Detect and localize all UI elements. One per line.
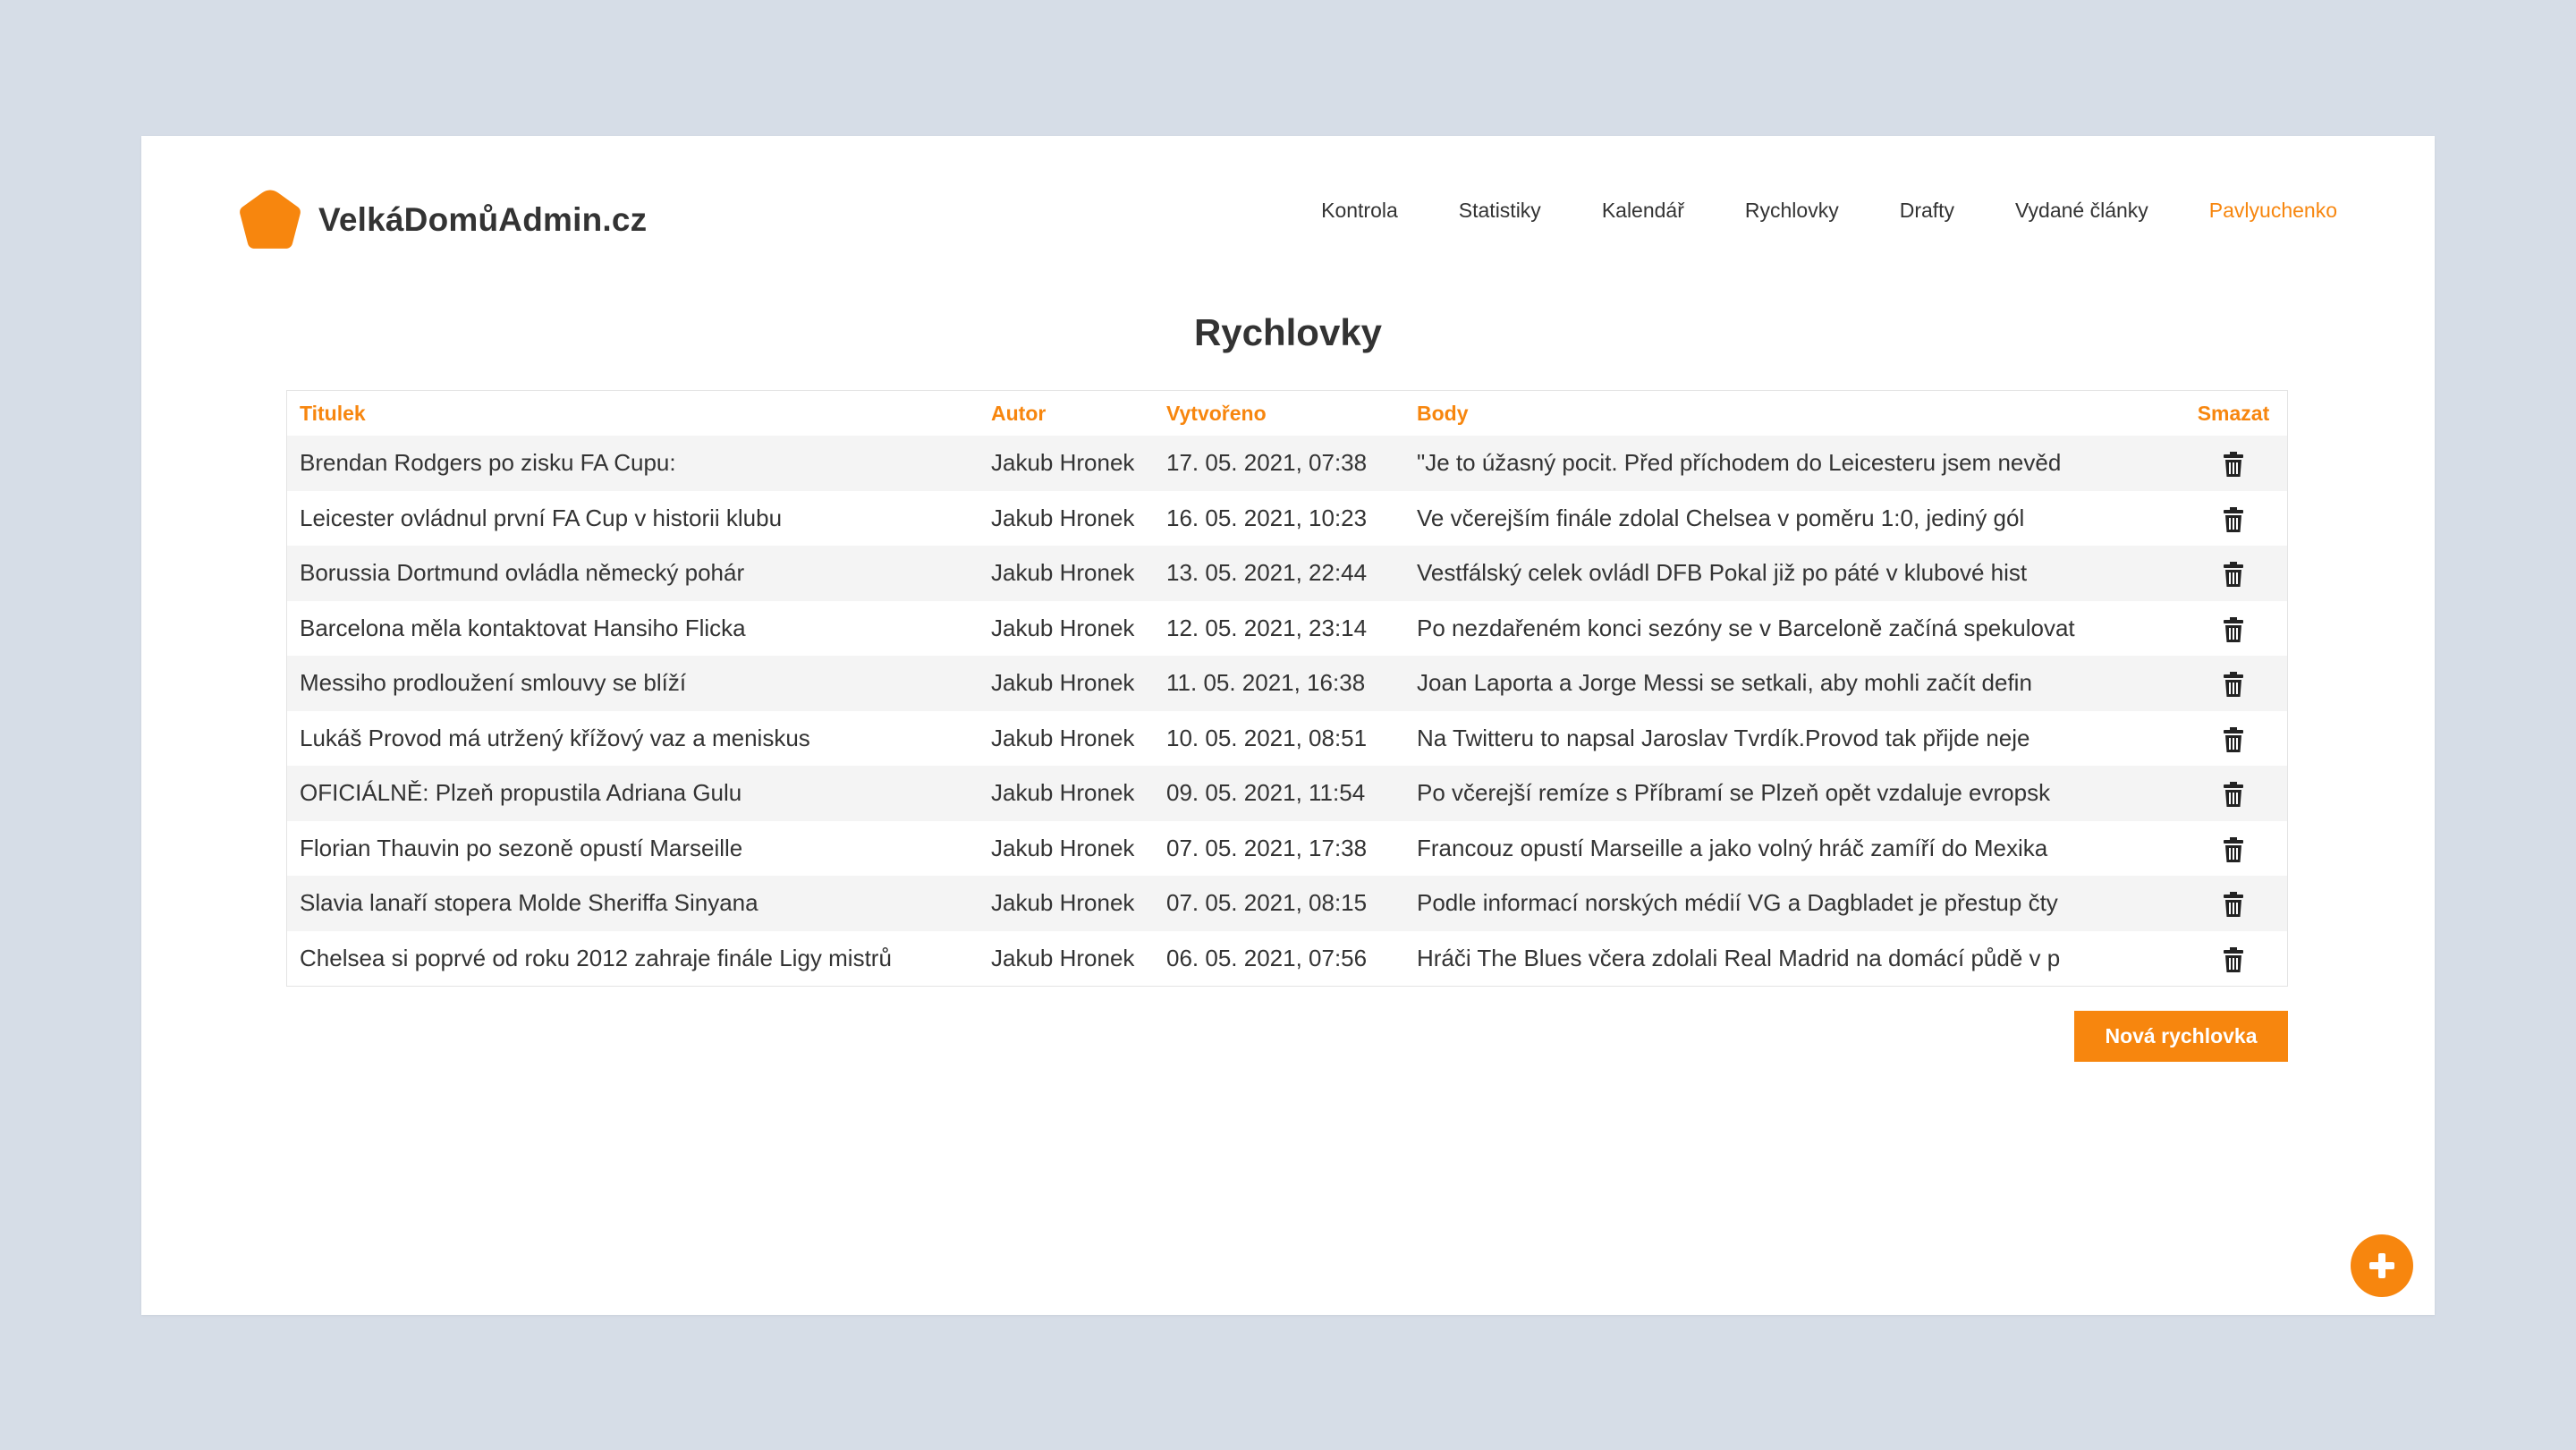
pentagon-logo-icon	[240, 190, 301, 249]
table-row[interactable]: Borussia Dortmund ovládla německý pohár J…	[287, 546, 2287, 601]
cell-created: 16. 05. 2021, 10:23	[1166, 504, 1368, 531]
cell-created: 06. 05. 2021, 07:56	[1166, 944, 1368, 971]
cell-body: "Je to úžasný pocit. Před příchodem do L…	[1417, 449, 2062, 477]
top-nav: Kontrola Statistiky Kalendář Rychlovky D…	[1321, 199, 2337, 223]
cell-title[interactable]: OFICIÁLNĚ: Plzeň propustila Adriana Gulu	[287, 766, 979, 821]
table-row[interactable]: Barcelona měla kontaktovat Hansiho Flick…	[287, 600, 2287, 657]
table-body: Brendan Rodgers po zisku FA Cupu: Jakub H…	[287, 436, 2287, 986]
nav-rychlovky[interactable]: Rychlovky	[1745, 199, 1839, 223]
cell-title[interactable]: Leicester ovládnul první FA Cup v histor…	[287, 491, 979, 547]
header-created[interactable]: Vytvořeno	[1154, 391, 1404, 436]
cell-created: 11. 05. 2021, 16:38	[1166, 669, 1366, 697]
cell-author: Jakub Hronek	[991, 669, 1135, 697]
delete-button[interactable]	[2180, 931, 2287, 987]
nav-statistiky[interactable]: Statistiky	[1459, 199, 1541, 223]
table-row[interactable]: Brendan Rodgers po zisku FA Cupu: Jakub H…	[287, 436, 2287, 491]
table-row[interactable]: Leicester ovládnul první FA Cup v histor…	[287, 490, 2287, 547]
page-title: Rychlovky	[1193, 311, 1383, 354]
cell-title[interactable]: Slavia lanaří stopera Molde Sheriffa Sin…	[287, 876, 979, 931]
delete-button[interactable]	[2180, 656, 2287, 711]
trash-icon	[2224, 836, 2243, 862]
cell-author: Jakub Hronek	[991, 724, 1135, 751]
table-row[interactable]: Slavia lanaří stopera Molde Sheriffa Sin…	[287, 876, 2287, 931]
cell-author: Jakub Hronek	[991, 559, 1135, 587]
add-fab-button[interactable]	[2351, 1234, 2413, 1297]
delete-button[interactable]	[2180, 436, 2287, 491]
header-delete: Smazat	[2197, 401, 2270, 425]
table-row[interactable]: Florian Thauvin po sezoně opustí Marseil…	[287, 820, 2287, 877]
trash-icon	[2224, 946, 2243, 972]
table-header-row: Titulek Autor Vytvořeno Body Smazat	[287, 391, 2287, 436]
cell-title[interactable]: Borussia Dortmund ovládla německý pohár	[287, 546, 979, 601]
cell-title[interactable]: Messiho prodloužení smlouvy se blíží	[287, 656, 979, 711]
cell-created: 12. 05. 2021, 23:14	[1166, 614, 1368, 641]
trash-icon	[2224, 562, 2243, 588]
trash-icon	[2224, 506, 2243, 532]
trash-icon	[2224, 726, 2243, 752]
cell-author: Jakub Hronek	[991, 504, 1135, 531]
delete-button[interactable]	[2180, 546, 2287, 601]
cell-created: 09. 05. 2021, 11:54	[1166, 779, 1366, 807]
main-card: VelkáDomůAdmin.cz Kontrola Statistiky Ka…	[141, 136, 2435, 1315]
cell-created: 13. 05. 2021, 22:44	[1166, 559, 1368, 587]
table-row[interactable]: OFICIÁLNĚ: Plzeň propustila Adriana Gulu…	[287, 766, 2287, 821]
delete-button[interactable]	[2180, 766, 2287, 821]
cell-created: 07. 05. 2021, 17:38	[1166, 834, 1368, 861]
nav-kalendar[interactable]: Kalendář	[1602, 199, 1684, 223]
cell-created: 10. 05. 2021, 08:51	[1166, 724, 1368, 751]
cell-created: 07. 05. 2021, 08:15	[1166, 889, 1368, 917]
cell-body: Hráči The Blues včera zdolali Real Madri…	[1417, 944, 2061, 971]
header-title[interactable]: Titulek	[287, 391, 979, 436]
brand-name: VelkáDomůAdmin.cz	[318, 201, 648, 238]
cell-author: Jakub Hronek	[991, 779, 1135, 807]
cell-created: 17. 05. 2021, 07:38	[1166, 449, 1368, 477]
trash-icon	[2224, 452, 2243, 478]
cell-title[interactable]: Chelsea si poprvé od roku 2012 zahraje f…	[287, 931, 979, 987]
trash-icon	[2224, 672, 2243, 698]
brand-logo[interactable]: VelkáDomůAdmin.cz	[236, 184, 647, 256]
new-rychlovka-button[interactable]: Nová rychlovka	[2074, 1011, 2288, 1062]
cell-body: Podle informací norských médií VG a Dagb…	[1417, 889, 2058, 917]
cell-title[interactable]: Florian Thauvin po sezoně opustí Marseil…	[287, 821, 979, 877]
cell-body: Na Twitteru to napsal Jaroslav Tvrdík.Pr…	[1417, 724, 2030, 751]
cell-title[interactable]: Barcelona měla kontaktovat Hansiho Flick…	[287, 601, 979, 657]
cell-body: Vestfálský celek ovládl DFB Pokal již po…	[1417, 559, 2028, 587]
cell-body: Joan Laporta a Jorge Messi se setkali, a…	[1417, 669, 2032, 697]
cell-body: Ve včerejším finále zdolal Chelsea v pom…	[1417, 504, 2025, 531]
cell-author: Jakub Hronek	[991, 944, 1135, 971]
table-row[interactable]: Messiho prodloužení smlouvy se blíží Jaku…	[287, 656, 2287, 711]
nav-drafty[interactable]: Drafty	[1900, 199, 1954, 223]
cell-author: Jakub Hronek	[991, 449, 1135, 477]
trash-icon	[2224, 616, 2243, 642]
cell-body: Francouz opustí Marseille a jako volný h…	[1417, 834, 2048, 861]
cell-author: Jakub Hronek	[991, 834, 1135, 861]
rychlovky-table: Titulek Autor Vytvořeno Body Smazat Bren…	[286, 390, 2288, 987]
cell-title[interactable]: Lukáš Provod má utržený křížový vaz a me…	[287, 711, 979, 767]
table-row[interactable]: Chelsea si poprvé od roku 2012 zahraje f…	[287, 930, 2287, 987]
cell-body: Po včerejší remíze s Příbramí se Plzeň o…	[1417, 779, 2051, 807]
delete-button[interactable]	[2180, 821, 2287, 877]
cell-body: Po nezdařeném konci sezóny se v Barcelon…	[1417, 614, 2075, 641]
cell-title[interactable]: Brendan Rodgers po zisku FA Cupu:	[287, 436, 979, 491]
header-body[interactable]: Body	[1404, 391, 2180, 436]
trash-icon	[2224, 782, 2243, 808]
cell-author: Jakub Hronek	[991, 889, 1135, 917]
delete-button[interactable]	[2180, 601, 2287, 657]
nav-vydane-clanky[interactable]: Vydané články	[2015, 199, 2148, 223]
table-row[interactable]: Lukáš Provod má utržený křížový vaz a me…	[287, 710, 2287, 767]
trash-icon	[2224, 892, 2243, 918]
plus-icon	[2369, 1253, 2394, 1278]
cell-author: Jakub Hronek	[991, 614, 1135, 641]
delete-button[interactable]	[2180, 711, 2287, 767]
header-author[interactable]: Autor	[979, 391, 1154, 436]
delete-button[interactable]	[2180, 876, 2287, 931]
nav-user-pavlyuchenko[interactable]: Pavlyuchenko	[2209, 199, 2337, 223]
delete-button[interactable]	[2180, 491, 2287, 547]
nav-kontrola[interactable]: Kontrola	[1321, 199, 1398, 223]
